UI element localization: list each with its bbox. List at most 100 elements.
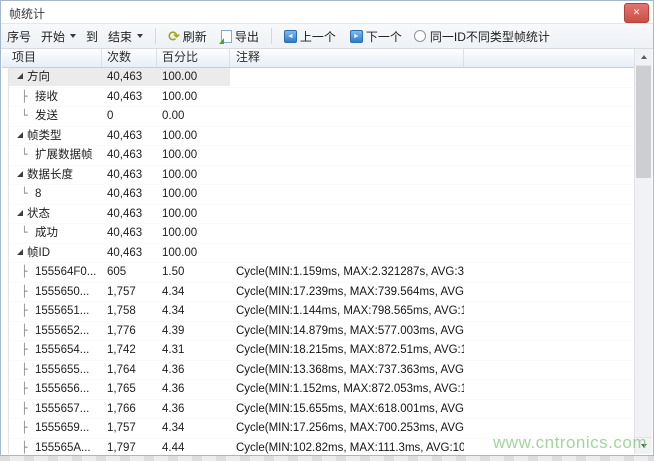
same-id-radio[interactable]: 同一ID不同类型帧统计 [414,28,550,45]
count-cell: 1,742 [102,341,157,359]
item-label: 1555657... [35,400,89,418]
chevron-down-icon [137,34,143,38]
sequence-label: 序号 [7,28,31,45]
table-row[interactable]: 帧类型 40,463 100.00 [8,127,634,147]
table-row[interactable]: 帧ID 40,463 100.00 [8,244,634,264]
count-cell: 40,463 [102,244,157,262]
note-cell: Cycle(MIN:13.368ms, MAX:737.363ms, AVG:.… [230,361,464,379]
previous-button[interactable]: ◄ 上一个 [280,26,340,47]
table-row[interactable]: ├ 1555659... 1,757 4.34 Cycle(MIN:17.256… [8,419,634,439]
percent-cell: 4.31 [157,341,230,359]
to-label: 到 [86,28,98,45]
percent-cell: 100.00 [157,127,230,145]
vertical-scrollbar[interactable] [634,49,652,454]
statistics-table: 项目 次数 百分比 注释 方向 40,463 100.00 ├ 接收 40,46… [2,49,652,454]
arrow-left-icon: ◄ [284,30,297,43]
count-cell: 40,463 [102,127,157,145]
tree-branch-icon: ├ [21,341,30,359]
refresh-icon: ⟳ [168,30,180,42]
item-cell: ├ 1555655... [8,361,102,379]
window-title: 帧统计 [9,5,45,22]
item-label: 1555652... [35,322,89,340]
item-label: 155564F0... [35,263,96,281]
table-row[interactable]: ├ 155564F0... 605 1.50 Cycle(MIN:1.159ms… [8,263,634,283]
radio-icon [414,30,426,42]
item-cell: ├ 接收 [8,88,102,106]
table-header: 项目 次数 百分比 注释 [2,49,634,68]
expand-icon[interactable] [17,249,23,255]
percent-cell: 4.34 [157,283,230,301]
percent-cell: 100.00 [157,166,230,184]
expand-icon[interactable] [17,210,23,216]
percent-cell: 100.00 [157,146,230,164]
tree-branch-icon: ├ [21,263,30,281]
column-header-count[interactable]: 次数 [102,49,157,67]
item-label: 155565A... [35,439,91,454]
item-cell: ├ 1555657... [8,400,102,418]
item-cell: ├ 1555650... [8,283,102,301]
tree-branch-icon: ├ [21,439,30,454]
table-row[interactable]: ├ 1555655... 1,764 4.36 Cycle(MIN:13.368… [8,361,634,381]
arrow-up-icon [641,55,647,59]
item-label: 发送 [35,107,58,125]
table-row[interactable]: ├ 1555654... 1,742 4.31 Cycle(MIN:18.215… [8,341,634,361]
next-button[interactable]: ► 下一个 [346,26,406,47]
start-dropdown[interactable]: 开始 [37,26,80,47]
export-button[interactable]: 导出 [217,26,263,47]
item-cell: ├ 1555659... [8,419,102,437]
page-background-strip [0,456,654,461]
scroll-down-button[interactable] [635,437,652,454]
percent-cell: 4.36 [157,380,230,398]
tree-branch-icon: ├ [21,361,30,379]
count-cell: 40,463 [102,88,157,106]
table-row[interactable]: 数据长度 40,463 100.00 [8,166,634,186]
table-row[interactable]: 方向 40,463 100.00 [8,68,634,88]
scroll-up-button[interactable] [635,49,652,66]
expand-icon[interactable] [17,73,23,79]
tree-branch-icon: └ [21,224,30,242]
count-cell: 40,463 [102,166,157,184]
column-header-note[interactable]: 注释 [230,49,464,67]
percent-cell: 4.39 [157,322,230,340]
tree-branch-icon: ├ [21,419,30,437]
tree-branch-icon: └ [21,107,30,125]
table-row[interactable]: └ 扩展数据帧 40,463 100.00 [8,146,634,166]
table-row[interactable]: ├ 接收 40,463 100.00 [8,88,634,108]
table-row[interactable]: ├ 1555656... 1,765 4.36 Cycle(MIN:1.152m… [8,380,634,400]
table-row[interactable]: └ 8 40,463 100.00 [8,185,634,205]
count-cell: 1,757 [102,419,157,437]
column-header-percent[interactable]: 百分比 [157,49,230,67]
count-cell: 40,463 [102,68,157,86]
table-row[interactable]: ├ 1555657... 1,766 4.36 Cycle(MIN:15.655… [8,400,634,420]
next-button-label: 下一个 [366,28,402,45]
tree-branch-icon: ├ [21,380,30,398]
item-label: 8 [35,185,41,203]
table-row[interactable]: └ 发送 0 0.00 [8,107,634,127]
note-cell: Cycle(MIN:17.239ms, MAX:739.564ms, AVG:.… [230,283,464,301]
table-rows: 方向 40,463 100.00 ├ 接收 40,463 100.00 └ 发送… [2,68,634,454]
tree-branch-icon: └ [21,146,30,164]
end-dropdown[interactable]: 结束 [104,26,147,47]
scrollbar-thumb[interactable] [636,66,651,178]
table-row[interactable]: ├ 1555651... 1,758 4.34 Cycle(MIN:1.144m… [8,302,634,322]
same-id-radio-label: 同一ID不同类型帧统计 [430,28,550,45]
table-row[interactable]: └ 成功 40,463 100.00 [8,224,634,244]
chevron-down-icon [70,34,76,38]
table-row[interactable]: 状态 40,463 100.00 [8,205,634,225]
item-label: 1555650... [35,283,89,301]
table-row[interactable]: ├ 1555652... 1,776 4.39 Cycle(MIN:14.879… [8,322,634,342]
item-cell: └ 扩展数据帧 [8,146,102,164]
close-button[interactable]: ✕ [624,3,649,23]
item-label: 状态 [27,205,50,223]
export-icon [221,30,232,43]
column-header-item[interactable]: 项目 [8,49,102,67]
item-label: 1555654... [35,341,89,359]
table-row[interactable]: ├ 1555650... 1,757 4.34 Cycle(MIN:17.239… [8,283,634,303]
table-row[interactable]: ├ 155565A... 1,797 4.44 Cycle(MIN:102.82… [8,439,634,455]
expand-icon[interactable] [17,132,23,138]
previous-button-label: 上一个 [300,28,336,45]
expand-icon[interactable] [17,171,23,177]
refresh-button[interactable]: ⟳ 刷新 [164,26,211,47]
tree-branch-icon: ├ [21,88,30,106]
arrow-right-icon: ► [350,30,363,43]
